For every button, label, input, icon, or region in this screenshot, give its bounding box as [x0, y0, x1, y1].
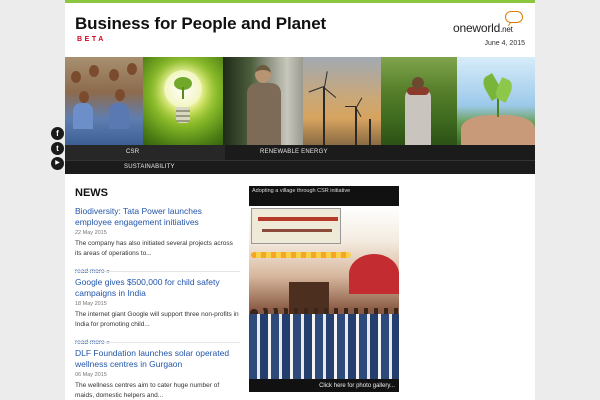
news-separator: [75, 271, 240, 272]
hero-seedling-image: [457, 57, 535, 145]
news-date: 18 May 2015: [75, 301, 107, 307]
news-title-link[interactable]: DLF Foundation launches solar operated w…: [75, 348, 240, 370]
news-snippet: The wellness centres aim to cater huge n…: [75, 382, 220, 399]
facebook-icon[interactable]: f: [51, 127, 64, 140]
main-nav: CSR Renewable Energy Sustainability: [65, 145, 535, 174]
tumblr-icon[interactable]: t: [51, 142, 64, 155]
current-date: June 4, 2015: [484, 40, 525, 47]
news-snippet: The company has also initiated several p…: [75, 240, 233, 257]
beta-label: BETA: [77, 36, 106, 43]
speech-bubble-icon: [505, 11, 523, 23]
nav-item-renewable-energy[interactable]: Renewable Energy: [260, 149, 328, 155]
hero-portrait-image: [223, 57, 303, 145]
nav-tab-background: [65, 145, 225, 160]
oneworld-logo[interactable]: oneworld.net: [453, 11, 527, 35]
news-item: Google gives $500,000 for child safety c…: [75, 277, 240, 346]
hero-tea-picker-image: [381, 57, 457, 145]
nav-divider: [65, 160, 535, 161]
news-title-link[interactable]: Biodiversity: Tata Power launches employ…: [75, 206, 240, 228]
hero-lightbulb-image: [143, 57, 223, 145]
nav-item-sustainability[interactable]: Sustainability: [124, 164, 175, 170]
news-item: DLF Foundation launches solar operated w…: [75, 348, 240, 400]
news-date: 06 May 2015: [75, 372, 107, 378]
news-title-link[interactable]: Google gives $500,000 for child safety c…: [75, 277, 240, 299]
site-title[interactable]: Business for People and Planet: [75, 14, 326, 34]
logo-text: oneworld.net: [453, 21, 513, 35]
hero-wind-turbines-image: [303, 57, 381, 145]
news-date: 22 May 2015: [75, 230, 107, 236]
hero-children-image: [65, 57, 143, 145]
news-separator: [75, 342, 240, 343]
news-item: Biodiversity: Tata Power launches employ…: [75, 206, 240, 275]
top-accent-bar: [65, 0, 535, 3]
hero-banner: [65, 57, 535, 145]
news-heading: NEWS: [75, 187, 108, 199]
news-snippet: The internet giant Google will support t…: [75, 311, 239, 328]
page: Business for People and Planet BETA onew…: [65, 0, 535, 400]
nav-item-csr[interactable]: CSR: [126, 149, 139, 155]
photo-gallery-link[interactable]: Click here for photo gallery...: [319, 383, 395, 389]
gallery-caption: Adopting a village through CSR initiativ…: [252, 188, 351, 194]
gallery-village-photo[interactable]: [249, 206, 399, 379]
youtube-icon[interactable]: ▶: [51, 157, 64, 170]
photo-gallery-widget[interactable]: Adopting a village through CSR initiativ…: [249, 186, 399, 392]
